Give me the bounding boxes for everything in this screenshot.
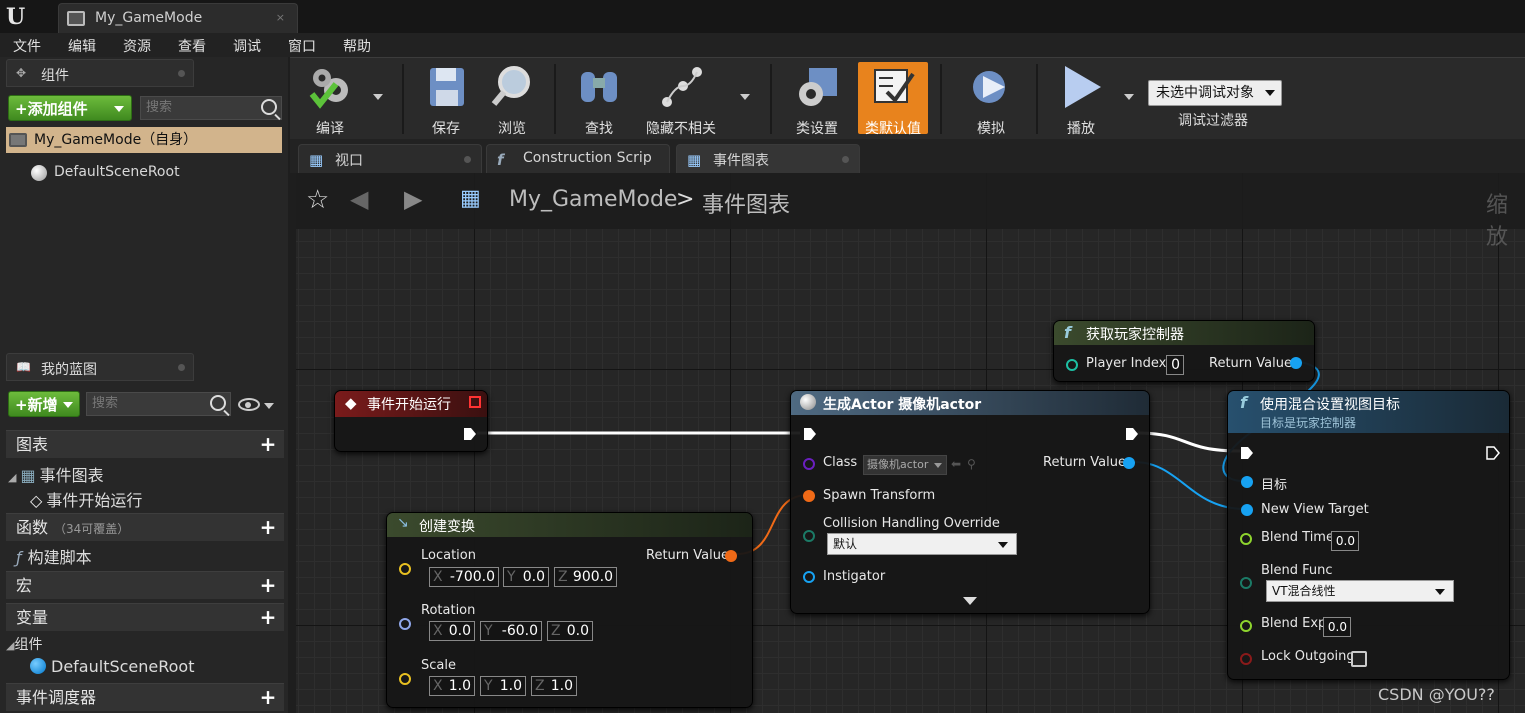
event-diamond-icon: ◆ (345, 394, 357, 412)
exec-output-pin[interactable] (463, 427, 477, 441)
node-title: 创建变换 (419, 519, 475, 535)
rotation-label: Rotation (421, 603, 476, 618)
lock-outgoing-checkbox[interactable] (1351, 651, 1367, 667)
scale-label: Scale (421, 658, 456, 673)
node-make-transform[interactable]: ↘ 创建变换 Return Value Location X -700.0 Y 0.… (386, 512, 753, 708)
zoom-label: 缩放 (1486, 193, 1509, 250)
scale-x-input[interactable]: X 1.0 (429, 676, 475, 696)
node-title: 事件开始运行 (367, 397, 451, 413)
blend-time-label: Blend Time (1261, 530, 1334, 545)
blend-func-value: VT混合线性 (1272, 584, 1336, 598)
return-value-pin[interactable] (725, 550, 737, 562)
location-label: Location (421, 548, 476, 563)
blend-exp-input[interactable]: 0.0 (1323, 617, 1351, 637)
blend-exp-pin[interactable] (1240, 620, 1252, 632)
node-set-view-target-with-blend[interactable]: f 使用混合设置视图目标 目标是玩家控制器 目标 New View Target… (1227, 390, 1510, 680)
player-index-input[interactable]: 0 (1166, 355, 1184, 375)
exec-input-pin[interactable] (1240, 446, 1254, 460)
instigator-label: Instigator (823, 569, 886, 584)
rotation-z-input[interactable]: Z 0.0 (547, 621, 593, 641)
node-title: 获取玩家控制器 (1086, 327, 1184, 343)
node-spawn-actor[interactable]: 生成Actor 摄像机actor Class 摄像机actor ⬅ ⚲ Retu… (790, 390, 1150, 614)
collision-override-value: 默认 (833, 537, 858, 551)
breadcrumb-current: 事件图表 (702, 193, 791, 218)
function-icon: f (1240, 393, 1247, 412)
location-y-input[interactable]: Y 0.0 (503, 567, 549, 587)
node-event-begin-play[interactable]: ◆ 事件开始运行 (334, 390, 488, 452)
return-value-label: Return Value (646, 548, 729, 563)
new-view-target-pin[interactable] (1241, 504, 1253, 516)
player-index-pin[interactable] (1066, 359, 1078, 371)
node-subtitle: 目标是玩家控制器 (1260, 416, 1357, 430)
return-value-label: Return Value (1043, 455, 1126, 470)
collision-override-pin[interactable] (803, 530, 815, 542)
return-value-pin[interactable] (1290, 357, 1302, 369)
graph-breadcrumb-bar: ☆ ◀ ▶ ▦ My_GameMode > 事件图表 缩放 (296, 173, 1525, 250)
scale-y-input[interactable]: Y 1.0 (480, 676, 526, 696)
lock-outgoing-label: Lock Outgoing (1261, 649, 1355, 664)
exec-output-pin[interactable] (1486, 446, 1500, 460)
node-title: 使用混合设置视图目标 (1260, 397, 1400, 413)
make-struct-icon: ↘ (397, 515, 409, 531)
scale-z-input[interactable]: Z 1.0 (531, 676, 577, 696)
lock-outgoing-pin[interactable] (1240, 653, 1252, 665)
class-dropdown[interactable]: 摄像机actor (863, 455, 947, 475)
instigator-pin[interactable] (803, 571, 815, 583)
delegate-pin[interactable] (469, 396, 481, 408)
spawn-transform-label: Spawn Transform (823, 488, 936, 503)
watermark: CSDN @YOU?? (1378, 685, 1495, 704)
spawn-icon (800, 394, 816, 410)
node-title: 生成Actor 摄像机actor (823, 397, 982, 413)
rotation-y-input[interactable]: Y -60.0 (480, 621, 542, 641)
target-label: 目标 (1261, 478, 1288, 493)
blend-func-pin[interactable] (1240, 577, 1252, 589)
collision-override-dropdown[interactable]: 默认 (827, 533, 1017, 555)
blend-func-label: Blend Func (1261, 563, 1333, 578)
rotation-x-input[interactable]: X 0.0 (429, 621, 475, 641)
blend-func-dropdown[interactable]: VT混合线性 (1266, 580, 1454, 602)
exec-output-pin[interactable] (1125, 427, 1139, 441)
blend-time-input[interactable]: 0.0 (1331, 531, 1359, 551)
favorite-star-icon[interactable]: ☆ (306, 185, 329, 215)
exec-input-pin[interactable] (803, 427, 817, 441)
location-x-input[interactable]: X -700.0 (429, 567, 499, 587)
graph-icon: ▦ (460, 186, 481, 211)
location-pin[interactable] (399, 563, 411, 575)
return-value-label: Return Value (1209, 356, 1292, 371)
browse-asset-icon[interactable]: ⚲ (967, 457, 976, 471)
use-asset-arrow-icon[interactable]: ⬅ (951, 457, 961, 471)
breadcrumb-separator: > (676, 187, 695, 212)
class-value: 摄像机actor (867, 458, 929, 471)
class-label: Class (823, 455, 858, 470)
blend-exp-label: Blend Exp (1261, 616, 1327, 631)
target-pin[interactable] (1241, 476, 1253, 488)
expand-advanced-icon[interactable] (963, 597, 977, 605)
collision-override-label: Collision Handling Override (823, 516, 1000, 531)
function-icon: f (1064, 323, 1071, 342)
rotation-pin[interactable] (399, 618, 411, 630)
back-arrow-icon[interactable]: ◀ (350, 185, 368, 213)
class-pin[interactable] (803, 458, 815, 470)
node-get-player-controller[interactable]: f 获取玩家控制器 Player Index 0 Return Value (1053, 320, 1315, 382)
breadcrumb-root[interactable]: My_GameMode (509, 187, 677, 212)
scale-pin[interactable] (399, 673, 411, 685)
blend-time-pin[interactable] (1240, 533, 1252, 545)
return-value-pin[interactable] (1123, 457, 1135, 469)
new-view-target-label: New View Target (1261, 502, 1369, 517)
exec-wire-spawn-to-setview (1136, 431, 1241, 453)
spawn-transform-pin[interactable] (803, 490, 815, 502)
location-z-input[interactable]: Z 900.0 (554, 567, 617, 587)
player-index-label: Player Index (1086, 356, 1167, 371)
forward-arrow-icon[interactable]: ▶ (404, 185, 422, 213)
